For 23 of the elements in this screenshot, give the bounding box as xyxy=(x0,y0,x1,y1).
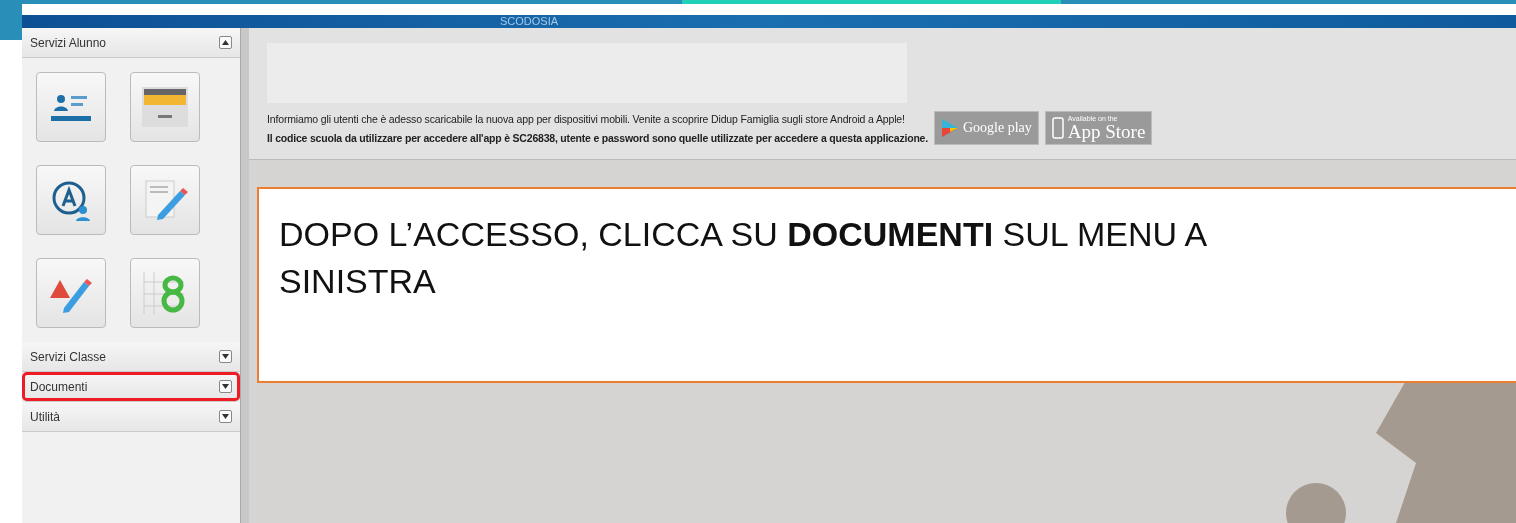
pencil-sheet-icon xyxy=(142,177,188,223)
toggle-icon[interactable] xyxy=(219,350,232,363)
school-name: SCODOSIA xyxy=(499,15,559,28)
toggle-icon[interactable] xyxy=(219,380,232,393)
sidebar-section-header[interactable]: Documenti xyxy=(22,372,240,402)
sidebar-section-header[interactable]: Servizi Alunno xyxy=(22,28,240,58)
sidebar-section-header[interactable]: Utilità xyxy=(22,402,240,432)
service-tile[interactable] xyxy=(36,72,106,142)
service-tile[interactable] xyxy=(36,165,106,235)
callout-text: DOPO L’ACCESSO, CLICCA SU DOCUMENTI SUL MENU A SINISTRA xyxy=(279,214,1208,302)
play-triangle-icon xyxy=(940,118,959,138)
toggle-icon[interactable] xyxy=(219,410,232,423)
toggle-icon[interactable] xyxy=(219,36,232,49)
folder-icon xyxy=(140,85,190,129)
service-tile[interactable] xyxy=(130,72,200,142)
badge-label: App Store xyxy=(1067,122,1146,141)
service-tile[interactable] xyxy=(130,258,200,328)
notice-text: Informiamo gli utenti che è adesso scaricabile la nuova app per dispositivi mobili. Venite a scoprire Didup Famiglia sugli store Android a Apple! xyxy=(267,112,906,125)
service-tile[interactable] xyxy=(130,165,200,235)
phone-icon xyxy=(1051,117,1064,139)
notice-text: Il codice scuola da utilizzare per accedere all'app è SC26838, utente e password sono quelle utilizzate per accedere a questa applicazione. xyxy=(267,131,928,144)
service-tile[interactable] xyxy=(36,258,106,328)
sidebar-section-header[interactable]: Servizi Classe xyxy=(22,342,240,372)
